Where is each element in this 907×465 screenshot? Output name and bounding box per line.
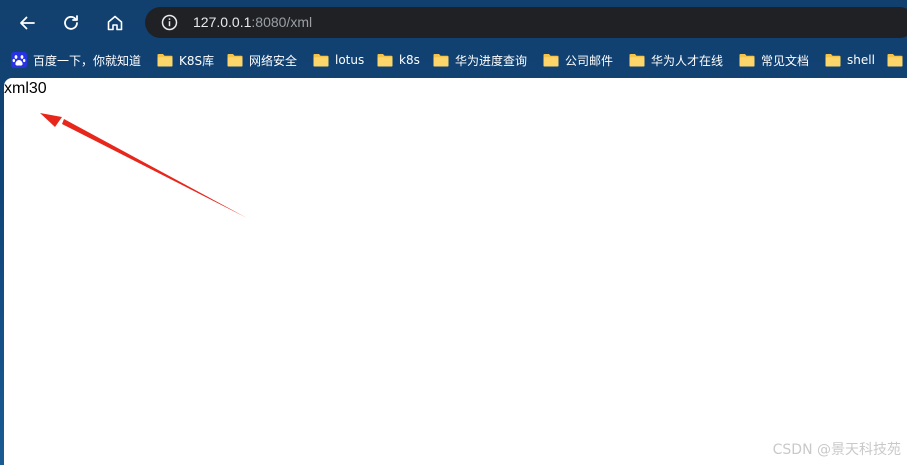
bookmark-label: lotus (335, 53, 365, 67)
home-button[interactable] (101, 9, 129, 37)
folder-icon (227, 54, 243, 67)
bookmark-baidu[interactable]: 百度一下，你就知道 (11, 51, 141, 69)
url-text[interactable]: 127.0.0.1:8080/xml (193, 14, 312, 31)
bookmark-label: 华为进度查询 (455, 53, 528, 68)
back-button[interactable] (13, 9, 41, 37)
bookmarks-bar: 百度一下，你就知道 K8S库 网络安全 lotus k8s 华为进度查询 公司邮… (0, 47, 907, 73)
bookmark-label: 公司邮件 (565, 53, 614, 68)
folder-icon (825, 54, 841, 67)
url-path: :8080/xml (251, 14, 313, 30)
bookmark-label: k8s (399, 53, 420, 67)
reload-icon (64, 15, 78, 30)
folder-icon (739, 54, 755, 67)
bookmark-folder-common-docs[interactable]: 常见文档 (739, 51, 809, 69)
folder-icon (313, 54, 329, 67)
bookmark-folder-lotus[interactable]: lotus (313, 51, 364, 69)
baidu-paw-icon (11, 52, 27, 68)
bookmark-folder-network-security[interactable]: 网络安全 (227, 51, 297, 69)
address-bar[interactable]: 127.0.0.1:8080/xml (145, 7, 907, 38)
bookmark-label: 常见文档 (761, 53, 810, 68)
bookmark-label: 百度一下，你就知道 (33, 53, 142, 68)
bookmark-folder-k8s[interactable]: k8s (377, 51, 420, 69)
folder-icon (887, 54, 903, 67)
folder-icon (377, 54, 393, 67)
bookmark-folder-overflow[interactable] (887, 51, 907, 69)
bookmark-folder-huawei-progress[interactable]: 华为进度查询 (433, 51, 527, 69)
bookmark-folder-shell[interactable]: shell (825, 51, 875, 69)
watermark: CSDN @景天科技苑 (772, 442, 901, 458)
browser-toolbar: 127.0.0.1:8080/xml (0, 0, 907, 46)
bookmark-folder-huawei-talent[interactable]: 华为人才在线 (629, 51, 723, 69)
home-icon (107, 15, 123, 31)
bookmark-label: K8S库 (179, 53, 215, 68)
red-arrow-annotation-icon (40, 113, 247, 218)
bookmark-label: 华为人才在线 (651, 53, 724, 68)
folder-icon (629, 54, 645, 67)
bookmark-folder-k8s-lib[interactable]: K8S库 (157, 51, 214, 69)
page-viewport: xml30 CSDN @景天科技苑 (4, 78, 907, 465)
arrow-left-icon (20, 16, 35, 30)
folder-icon (157, 54, 173, 67)
info-icon[interactable] (161, 14, 178, 31)
bookmark-folder-company-mail[interactable]: 公司邮件 (543, 51, 613, 69)
url-host: 127.0.0.1 (193, 14, 252, 30)
bookmark-label: 网络安全 (249, 53, 298, 68)
folder-icon (433, 54, 449, 67)
folder-icon (543, 54, 559, 67)
reload-button[interactable] (57, 9, 85, 37)
bookmark-label: shell (847, 53, 875, 67)
